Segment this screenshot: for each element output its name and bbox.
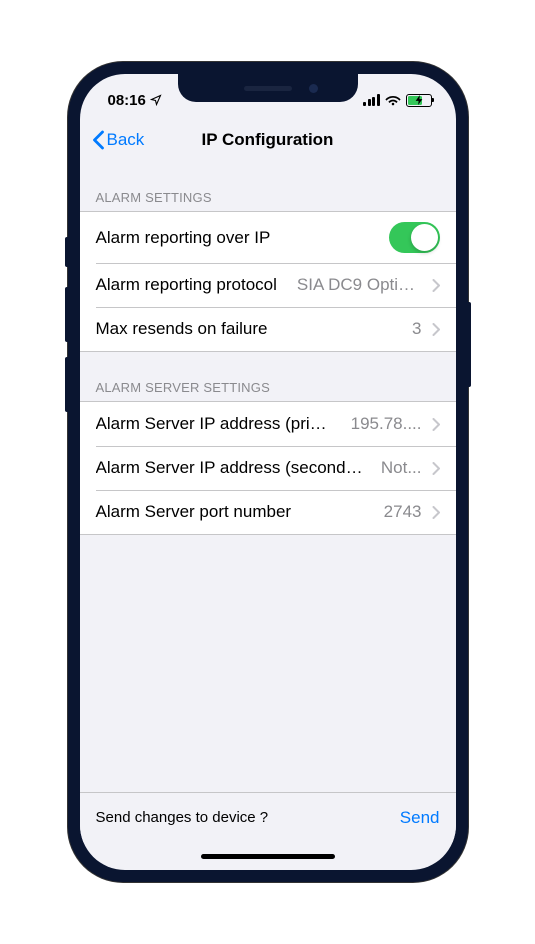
cell-label: Alarm reporting over IP <box>96 228 271 248</box>
row-server-ip-primary[interactable]: Alarm Server IP address (primary) 195.78… <box>80 402 456 446</box>
row-server-ip-secondary[interactable]: Alarm Server IP address (secondary) Not.… <box>80 446 456 490</box>
row-server-port[interactable]: Alarm Server port number 2743 <box>80 490 456 534</box>
cell-label: Alarm Server port number <box>96 502 292 522</box>
cell-value: Not... <box>381 458 422 478</box>
notch <box>178 74 358 102</box>
location-icon <box>150 94 162 106</box>
chevron-right-icon <box>432 279 440 292</box>
section-header-server: ALARM SERVER SETTINGS <box>80 352 456 401</box>
toggle-alarm-reporting-over-ip[interactable] <box>389 222 440 253</box>
cell-label: Alarm Server IP address (secondary) <box>96 458 371 478</box>
signal-icon <box>363 94 380 106</box>
nav-bar: Back IP Configuration <box>80 118 456 162</box>
cell-value: SIA DC9 Option 1 <box>297 275 422 295</box>
cell-label: Alarm Server IP address (primary) <box>96 414 341 434</box>
cell-value: 195.78.... <box>351 414 422 434</box>
chevron-left-icon <box>92 130 105 150</box>
page-title: IP Configuration <box>202 130 334 150</box>
row-alarm-reporting-protocol[interactable]: Alarm reporting protocol SIA DC9 Option … <box>80 263 456 307</box>
phone-frame: 08:16 <box>68 62 468 882</box>
charging-icon <box>415 95 422 105</box>
cell-group-server: Alarm Server IP address (primary) 195.78… <box>80 401 456 535</box>
status-left: 08:16 <box>108 84 162 109</box>
toolbar: Send changes to device ? Send <box>80 792 456 842</box>
chevron-right-icon <box>432 506 440 519</box>
screen: 08:16 <box>80 74 456 870</box>
home-indicator[interactable] <box>201 854 335 859</box>
home-indicator-area <box>80 842 456 870</box>
battery-icon <box>406 94 432 107</box>
content[interactable]: ALARM SETTINGS Alarm reporting over IP A… <box>80 162 456 792</box>
status-time: 08:16 <box>108 92 146 109</box>
chevron-right-icon <box>432 462 440 475</box>
cell-label: Max resends on failure <box>96 319 268 339</box>
send-button[interactable]: Send <box>400 808 440 828</box>
cell-group-alarm: Alarm reporting over IP Alarm reporting … <box>80 211 456 352</box>
row-max-resends[interactable]: Max resends on failure 3 <box>80 307 456 351</box>
chevron-right-icon <box>432 418 440 431</box>
toolbar-prompt: Send changes to device ? <box>96 809 269 826</box>
notch-camera <box>309 84 318 93</box>
chevron-right-icon <box>432 323 440 336</box>
side-button <box>468 302 471 387</box>
section-header-alarm: ALARM SETTINGS <box>80 162 456 211</box>
back-label: Back <box>107 130 145 150</box>
cell-value: 2743 <box>384 502 422 522</box>
cell-label: Alarm reporting protocol <box>96 275 277 295</box>
toggle-knob <box>411 224 438 251</box>
wifi-icon <box>385 94 401 106</box>
status-right <box>363 86 432 107</box>
notch-speaker <box>244 86 292 91</box>
back-button[interactable]: Back <box>92 130 145 150</box>
row-alarm-reporting-over-ip[interactable]: Alarm reporting over IP <box>80 212 456 263</box>
cell-value: 3 <box>412 319 421 339</box>
